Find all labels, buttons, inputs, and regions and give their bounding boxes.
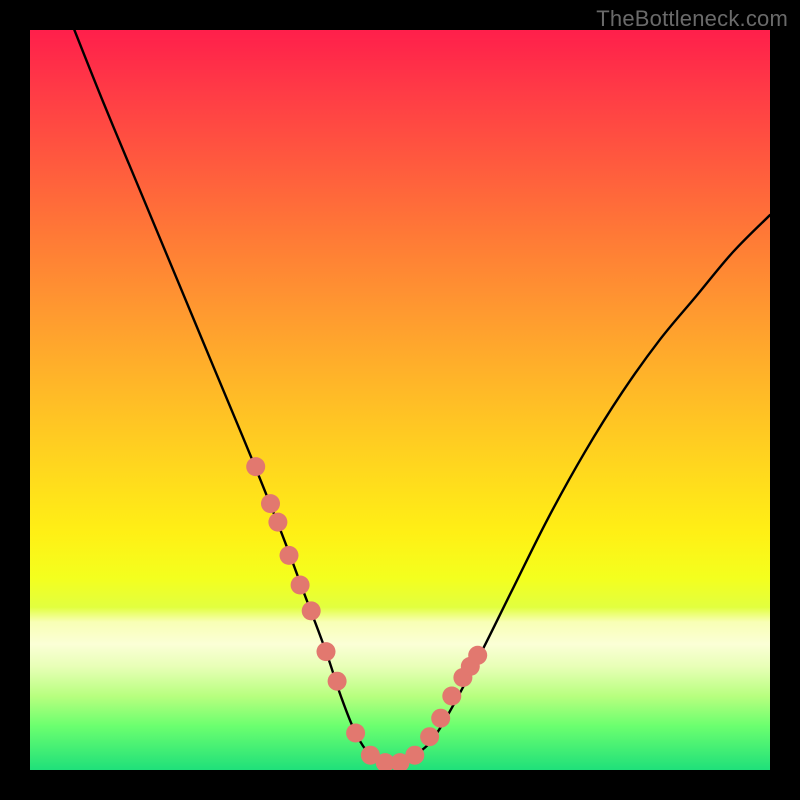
data-marker xyxy=(280,546,299,565)
data-marker xyxy=(420,727,439,746)
watermark-text: TheBottleneck.com xyxy=(596,6,788,32)
data-marker xyxy=(442,687,461,706)
chart-frame: TheBottleneck.com xyxy=(0,0,800,800)
data-marker xyxy=(431,709,450,728)
data-marker xyxy=(468,646,487,665)
marker-group xyxy=(246,457,487,770)
bottleneck-curve xyxy=(74,30,770,764)
data-marker xyxy=(328,672,347,691)
data-marker xyxy=(261,494,280,513)
plot-area xyxy=(30,30,770,770)
data-marker xyxy=(302,601,321,620)
data-marker xyxy=(346,724,365,743)
data-marker xyxy=(246,457,265,476)
data-marker xyxy=(317,642,336,661)
curve-svg xyxy=(30,30,770,770)
data-marker xyxy=(291,576,310,595)
data-marker xyxy=(405,746,424,765)
data-marker xyxy=(268,513,287,532)
